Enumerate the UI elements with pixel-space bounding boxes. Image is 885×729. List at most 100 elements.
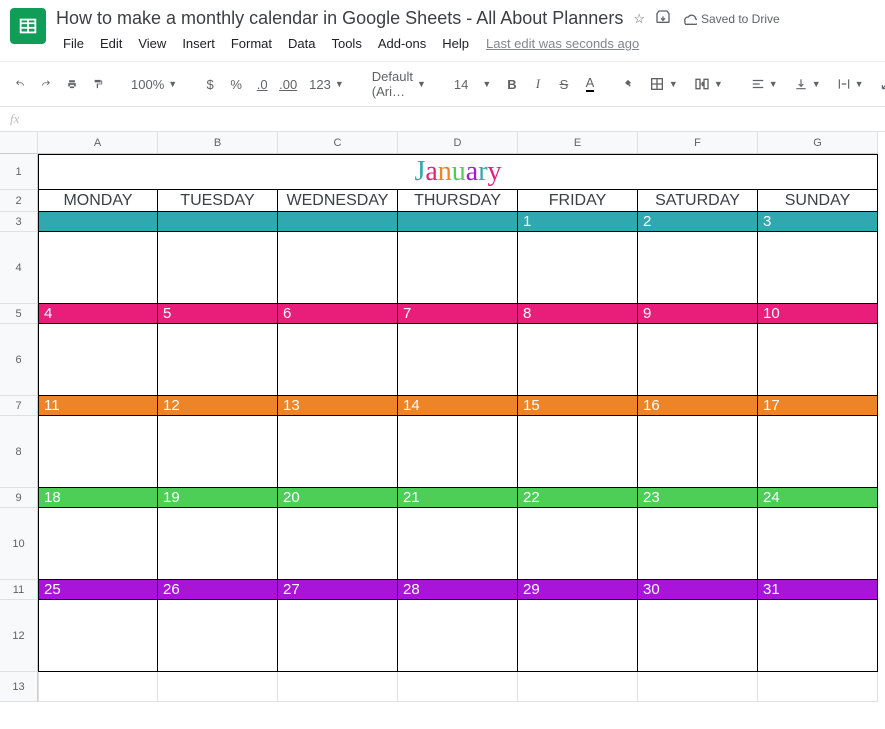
calendar-body-cell[interactable]	[638, 416, 758, 488]
calendar-body-cell[interactable]	[518, 324, 638, 396]
empty-cell[interactable]	[518, 672, 638, 702]
increase-decimal-button[interactable]: .00	[278, 73, 298, 96]
bold-button[interactable]: B	[502, 73, 522, 96]
date-cell[interactable]: 28	[398, 580, 518, 600]
row-header-11[interactable]: 11	[0, 580, 38, 600]
percent-button[interactable]: %	[226, 73, 246, 96]
row-header-10[interactable]: 10	[0, 508, 38, 580]
date-cell[interactable]: 1	[518, 212, 638, 232]
menu-help[interactable]: Help	[435, 32, 476, 55]
date-cell[interactable]: 29	[518, 580, 638, 600]
date-cell[interactable]	[278, 212, 398, 232]
h-align-button[interactable]: ▼	[746, 74, 783, 94]
menu-format[interactable]: Format	[224, 32, 279, 55]
date-cell[interactable]: 9	[638, 304, 758, 324]
calendar-body-cell[interactable]	[758, 416, 878, 488]
date-cell[interactable]: 12	[158, 396, 278, 416]
empty-cell[interactable]	[158, 672, 278, 702]
sheets-logo[interactable]	[10, 8, 46, 44]
menu-add-ons[interactable]: Add-ons	[371, 32, 433, 55]
date-cell[interactable]	[398, 212, 518, 232]
calendar-body-cell[interactable]	[758, 232, 878, 304]
month-title-cell[interactable]: January	[38, 154, 878, 190]
column-header-B[interactable]: B	[158, 132, 278, 154]
wrap-button[interactable]: ▼	[832, 74, 869, 94]
calendar-body-cell[interactable]	[158, 324, 278, 396]
date-cell[interactable]: 15	[518, 396, 638, 416]
calendar-body-cell[interactable]	[278, 600, 398, 672]
calendar-body-cell[interactable]	[398, 324, 518, 396]
date-cell[interactable]: 17	[758, 396, 878, 416]
number-format-select[interactable]: 123▼	[304, 74, 349, 95]
calendar-body-cell[interactable]	[398, 508, 518, 580]
strikethrough-button[interactable]: S	[554, 73, 574, 96]
text-color-button[interactable]: A	[580, 72, 600, 96]
date-cell[interactable]: 31	[758, 580, 878, 600]
formula-bar[interactable]: fx	[0, 106, 885, 132]
column-header-G[interactable]: G	[758, 132, 878, 154]
star-icon[interactable]: ☆	[633, 11, 645, 27]
undo-button[interactable]	[10, 72, 30, 96]
menu-edit[interactable]: Edit	[93, 32, 129, 55]
font-size-select[interactable]: 14▼	[449, 74, 484, 95]
day-header-saturday[interactable]: SATURDAY	[638, 190, 758, 212]
date-cell[interactable]: 16	[638, 396, 758, 416]
calendar-body-cell[interactable]	[638, 600, 758, 672]
date-cell[interactable]: 14	[398, 396, 518, 416]
date-cell[interactable]: 4	[38, 304, 158, 324]
font-select[interactable]: Default (Ari…▼	[367, 66, 431, 102]
row-header-13[interactable]: 13	[0, 672, 38, 702]
decrease-decimal-button[interactable]: .0	[252, 73, 272, 96]
calendar-body-cell[interactable]	[158, 416, 278, 488]
calendar-body-cell[interactable]	[638, 508, 758, 580]
empty-cell[interactable]	[38, 672, 158, 702]
date-cell[interactable]: 23	[638, 488, 758, 508]
column-header-D[interactable]: D	[398, 132, 518, 154]
date-cell[interactable]: 22	[518, 488, 638, 508]
calendar-body-cell[interactable]	[638, 232, 758, 304]
column-header-E[interactable]: E	[518, 132, 638, 154]
calendar-body-cell[interactable]	[758, 600, 878, 672]
empty-cell[interactable]	[758, 672, 878, 702]
calendar-body-cell[interactable]	[158, 600, 278, 672]
v-align-button[interactable]: ▼	[789, 74, 826, 94]
day-header-thursday[interactable]: THURSDAY	[398, 190, 518, 212]
date-cell[interactable]: 7	[398, 304, 518, 324]
calendar-body-cell[interactable]	[278, 416, 398, 488]
calendar-body-cell[interactable]	[758, 508, 878, 580]
menu-view[interactable]: View	[131, 32, 173, 55]
day-header-wednesday[interactable]: WEDNESDAY	[278, 190, 398, 212]
calendar-body-cell[interactable]	[278, 232, 398, 304]
date-cell[interactable]	[38, 212, 158, 232]
calendar-body-cell[interactable]	[518, 416, 638, 488]
redo-button[interactable]	[36, 72, 56, 96]
empty-cell[interactable]	[638, 672, 758, 702]
row-header-7[interactable]: 7	[0, 396, 38, 416]
row-header-8[interactable]: 8	[0, 416, 38, 488]
calendar-body-cell[interactable]	[38, 600, 158, 672]
calendar-body-cell[interactable]	[398, 232, 518, 304]
day-header-monday[interactable]: MONDAY	[38, 190, 158, 212]
date-cell[interactable]: 19	[158, 488, 278, 508]
calendar-body-cell[interactable]	[158, 232, 278, 304]
italic-button[interactable]: I	[528, 72, 548, 96]
date-cell[interactable]: 30	[638, 580, 758, 600]
calendar-body-cell[interactable]	[518, 232, 638, 304]
calendar-body-cell[interactable]	[758, 324, 878, 396]
borders-button[interactable]: ▼	[644, 73, 683, 95]
date-cell[interactable]: 11	[38, 396, 158, 416]
calendar-body-cell[interactable]	[518, 600, 638, 672]
menu-tools[interactable]: Tools	[324, 32, 368, 55]
date-cell[interactable]	[158, 212, 278, 232]
date-cell[interactable]: 27	[278, 580, 398, 600]
empty-cell[interactable]	[278, 672, 398, 702]
calendar-body-cell[interactable]	[278, 508, 398, 580]
date-cell[interactable]: 2	[638, 212, 758, 232]
merge-button[interactable]: ▼	[689, 73, 728, 95]
fill-color-button[interactable]	[618, 72, 638, 96]
date-cell[interactable]: 5	[158, 304, 278, 324]
date-cell[interactable]: 13	[278, 396, 398, 416]
day-header-sunday[interactable]: SUNDAY	[758, 190, 878, 212]
calendar-body-cell[interactable]	[38, 508, 158, 580]
menu-file[interactable]: File	[56, 32, 91, 55]
